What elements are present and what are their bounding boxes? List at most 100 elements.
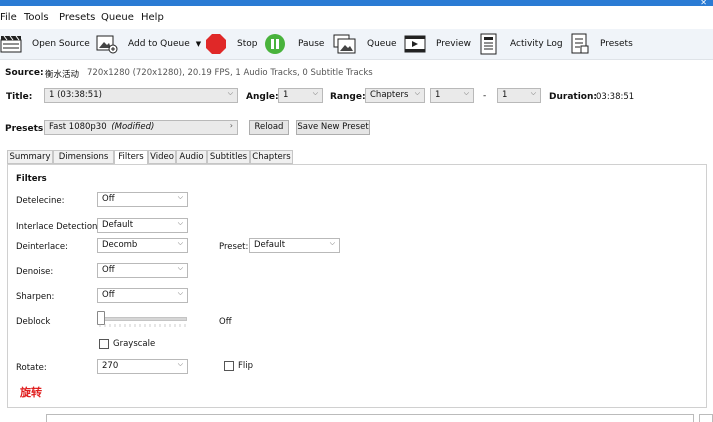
- deblock-slider-thumb[interactable]: [97, 311, 105, 325]
- range-separator: -: [483, 91, 487, 101]
- tab-audio[interactable]: Audio: [176, 150, 207, 164]
- add-to-queue-button[interactable]: Add to Queue ▼: [96, 29, 201, 59]
- menu-tools[interactable]: Tools: [24, 12, 49, 23]
- title-select-value: 1 (03:38:51): [49, 90, 102, 100]
- add-to-queue-dropdown-icon[interactable]: ▼: [196, 40, 201, 48]
- preset-name: Fast 1080p30: [49, 122, 107, 132]
- add-to-queue-label: Add to Queue: [128, 39, 190, 49]
- title-select[interactable]: 1 (03:38:51) ⌵: [44, 88, 238, 103]
- range-start-select[interactable]: 1 ⌵: [430, 88, 474, 103]
- range-start-value: 1: [435, 90, 441, 100]
- rotate-annotation: 旋转: [20, 386, 42, 399]
- pause-icon: [265, 34, 285, 54]
- tab-dimensions[interactable]: Dimensions: [53, 150, 114, 164]
- sharpen-select[interactable]: Off ⌵: [97, 288, 188, 303]
- duration-label: Duration:: [549, 92, 597, 102]
- rotate-label: Rotate:: [16, 363, 47, 373]
- title-label: Title:: [6, 92, 33, 102]
- deinterlace-select[interactable]: Decomb ⌵: [97, 238, 188, 253]
- menu-presets[interactable]: Presets: [59, 12, 95, 23]
- detelecine-select[interactable]: Off ⌵: [97, 192, 188, 207]
- deinterlace-value: Decomb: [102, 240, 138, 250]
- menu-help[interactable]: Help: [141, 12, 164, 23]
- chevron-right-icon: ›: [229, 121, 233, 130]
- stop-button[interactable]: Stop: [205, 29, 257, 59]
- tab-subtitles[interactable]: Subtitles: [207, 150, 250, 164]
- menu-bar: File Tools Presets Queue Help: [0, 6, 713, 29]
- queue-button[interactable]: Queue: [333, 29, 397, 59]
- deblock-slider[interactable]: [97, 311, 187, 327]
- presets-label: Presets: [600, 39, 633, 49]
- deinterlace-preset-select[interactable]: Default ⌵: [249, 238, 340, 253]
- grayscale-checkbox[interactable]: [99, 339, 109, 349]
- browse-button[interactable]: [699, 414, 713, 422]
- menu-file[interactable]: File: [0, 12, 17, 23]
- activity-log-button[interactable]: Activity Log: [479, 29, 563, 59]
- angle-select[interactable]: 1 ⌵: [278, 88, 323, 103]
- detelecine-value: Off: [102, 194, 115, 204]
- preset-selector[interactable]: Fast 1080p30 (Modified) ›: [44, 120, 238, 135]
- range-type-value: Chapters: [370, 90, 409, 100]
- activity-log-icon: [480, 33, 497, 55]
- queue-label: Queue: [367, 39, 397, 49]
- preview-label: Preview: [436, 39, 472, 49]
- tab-summary[interactable]: Summary: [7, 150, 53, 164]
- denoise-select[interactable]: Off ⌵: [97, 263, 188, 278]
- preview-icon: [404, 35, 426, 53]
- deblock-slider-track: [97, 317, 187, 321]
- activity-log-label: Activity Log: [510, 39, 563, 49]
- source-label: Source:: [5, 68, 44, 78]
- stop-icon: [206, 34, 226, 54]
- stop-label: Stop: [237, 39, 258, 49]
- save-new-preset-button[interactable]: Save New Preset: [296, 120, 370, 135]
- source-name: 衡水活动: [45, 70, 80, 80]
- denoise-value: Off: [102, 265, 115, 275]
- duration-value: 03:38:51: [596, 92, 635, 102]
- interlace-detection-select[interactable]: Default ⌵: [97, 218, 188, 233]
- chevron-down-icon: ⌵: [312, 89, 318, 97]
- add-image-icon: [96, 35, 118, 54]
- chevron-down-icon: ⌵: [227, 89, 233, 97]
- deinterlace-label: Deinterlace:: [16, 242, 68, 252]
- range-end-select[interactable]: 1 ⌵: [497, 88, 541, 103]
- deblock-label: Deblock: [16, 317, 51, 327]
- chevron-down-icon: ⌵: [414, 89, 420, 97]
- chevron-down-icon: ⌵: [177, 289, 183, 297]
- preview-button[interactable]: Preview: [404, 29, 471, 59]
- angle-label: Angle:: [246, 92, 279, 102]
- interlace-detection-value: Default: [102, 220, 134, 230]
- denoise-label: Denoise:: [16, 267, 54, 277]
- chevron-down-icon: ⌵: [177, 219, 183, 227]
- pause-label: Pause: [298, 39, 325, 49]
- presets-button[interactable]: Presets: [570, 29, 633, 59]
- range-label: Range:: [330, 92, 366, 102]
- filters-panel: Filters Detelecine: Off ⌵ Interlace Dete…: [7, 164, 707, 408]
- rotate-value: 270: [102, 361, 119, 371]
- open-source-label: Open Source: [32, 39, 90, 49]
- open-source-button[interactable]: Open Source: [0, 29, 90, 59]
- chevron-down-icon: ⌵: [177, 239, 183, 247]
- chevron-down-icon: ⌵: [463, 89, 469, 97]
- preset-modified: (Modified): [111, 122, 155, 132]
- flip-checkbox[interactable]: [224, 361, 234, 371]
- interlace-detection-label: Interlace Detection:: [16, 222, 101, 232]
- pause-button[interactable]: Pause: [264, 29, 324, 59]
- chevron-down-icon: ⌵: [177, 193, 183, 201]
- sharpen-value: Off: [102, 290, 115, 300]
- queue-icon: [333, 34, 356, 54]
- tab-chapters[interactable]: Chapters: [250, 150, 293, 164]
- deblock-slider-ticks: [99, 324, 186, 327]
- range-type-select[interactable]: Chapters ⌵: [365, 88, 425, 103]
- range-end-value: 1: [502, 90, 508, 100]
- reload-button[interactable]: Reload: [249, 120, 289, 135]
- tab-video[interactable]: Video: [148, 150, 176, 164]
- source-details: 720x1280 (720x1280), 20.19 FPS, 1 Audio …: [87, 68, 373, 78]
- sharpen-label: Sharpen:: [16, 292, 55, 302]
- filters-heading: Filters: [16, 174, 47, 184]
- menu-queue[interactable]: Queue: [101, 12, 134, 23]
- destination-field[interactable]: [46, 414, 694, 422]
- chevron-down-icon: ⌵: [329, 239, 335, 247]
- rotate-select[interactable]: 270 ⌵: [97, 359, 188, 374]
- tab-filters[interactable]: Filters: [114, 150, 148, 165]
- presets-icon: [571, 33, 589, 54]
